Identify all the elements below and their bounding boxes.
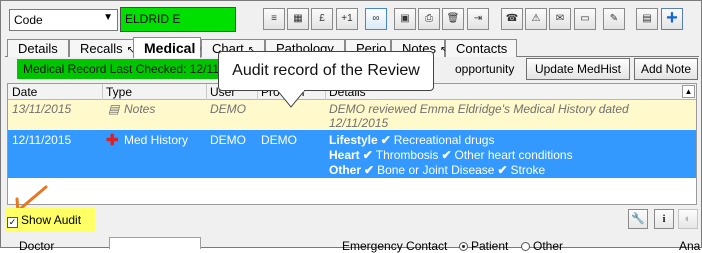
medical-history-grid: Date Type User Provider Details ▲ 13/11/…	[7, 83, 697, 205]
info-icon[interactable]: i	[654, 209, 674, 229]
phone-icon[interactable]: ☎	[501, 8, 523, 30]
update-medhist-button[interactable]: Update MedHist	[526, 58, 630, 80]
radio-icon	[521, 242, 530, 251]
wrench-icon[interactable]: 🔧	[628, 209, 648, 229]
show-audit-checkbox[interactable]: ✓ Show Audit	[5, 208, 95, 232]
col-divider	[102, 84, 103, 100]
check-icon: ✔	[497, 163, 508, 177]
check-icon: ✔	[441, 148, 452, 162]
detail-label: Heart	[329, 148, 360, 162]
detail-label: Other	[329, 163, 362, 177]
plus-one-icon[interactable]: +1	[336, 8, 358, 30]
top-toolbar: Code ▼ ELDRID E ≡ ▦ £ +1 ∞ ▣ ⎙ 🗑 ⇥ ☎ ⚠ ✉ ▭ ✎ ▤ +	[5, 7, 699, 35]
emergency-contact-label: Emergency Contact	[342, 239, 448, 253]
detail-line-lifestyle: Lifestyle ✔ Recreational drugs	[329, 133, 495, 147]
col-divider	[206, 84, 207, 100]
tab-contacts[interactable]: Contacts	[445, 39, 517, 57]
radio-selected-icon	[459, 242, 468, 251]
col-date[interactable]: Date	[12, 85, 37, 99]
doctor-label: Doctor	[19, 239, 55, 253]
patient-name-field[interactable]: ELDRID E	[120, 7, 236, 32]
check-icon: ✔	[362, 148, 373, 162]
footer-trailing-label: Ana	[679, 239, 701, 253]
selected-medhist-row[interactable]: 12/11/2015 ✚ Med History DEMO DEMO Lifes…	[8, 130, 696, 178]
detail-line-other: Other ✔ Bone or Joint Disease ✔ Stroke	[329, 163, 546, 177]
message-icon[interactable]: ✉	[549, 8, 571, 30]
status-tail-text: opportunity	[455, 62, 515, 76]
medhist-row-type: Med History	[124, 133, 189, 147]
disabled-tool-icon[interactable]: ◐	[678, 209, 698, 229]
radio-other[interactable]: Other	[517, 239, 563, 253]
red-cross-icon: ✚	[106, 132, 119, 149]
audit-callout: Audit record of the Review	[218, 51, 434, 91]
scroll-up-icon[interactable]: ▲	[682, 85, 695, 98]
detail-line-heart: Heart ✔ Thrombosis ✔ Other heart conditions	[329, 148, 573, 162]
audit-row-user: DEMO	[210, 102, 246, 116]
checkbox-icon: ✓	[7, 217, 18, 228]
add-note-button[interactable]: Add Note	[634, 58, 698, 80]
audit-row-date: 13/11/2015	[12, 102, 72, 116]
code-select-value: Code	[14, 13, 43, 27]
dropdown-arrow-icon: ▼	[103, 12, 113, 23]
note-icon[interactable]: ✎	[603, 8, 625, 30]
check-icon: ✔	[380, 133, 391, 147]
medical-record-window: Code ▼ ELDRID E ≡ ▦ £ +1 ∞ ▣ ⎙ 🗑 ⇥ ☎ ⚠ ✉ ▭ ✎ ▤ + Detail…	[0, 0, 702, 253]
check-icon: ✔	[364, 163, 375, 177]
audit-row-details-date: 12/11/2015	[329, 116, 389, 130]
show-audit-label: Show Audit	[21, 213, 82, 227]
tab-medical[interactable]: Medical↖	[133, 37, 208, 58]
list-icon[interactable]: ≡	[263, 8, 285, 30]
calendar-icon[interactable]: ▤	[636, 8, 658, 30]
audit-row[interactable]: 13/11/2015 ▤ Notes DEMO DEMO reviewed Em…	[8, 100, 696, 130]
col-type[interactable]: Type	[106, 85, 132, 99]
medhist-row-date: 12/11/2015	[12, 133, 72, 147]
link-icon[interactable]: ∞	[365, 8, 387, 30]
tab-recalls[interactable]: Recalls ↖	[69, 39, 137, 57]
print-icon[interactable]: ⎙	[418, 8, 440, 30]
calculator-icon[interactable]: ▦	[287, 8, 309, 30]
callout-pointer	[277, 90, 305, 108]
radio-patient[interactable]: Patient	[455, 239, 508, 253]
tab-details[interactable]: Details	[7, 39, 69, 57]
save-icon[interactable]: ▣	[394, 8, 416, 30]
alert-icon[interactable]: ⚠	[525, 8, 547, 30]
medhist-row-provider: DEMO	[261, 133, 297, 147]
delete-icon[interactable]: 🗑	[442, 8, 464, 30]
audit-row-details: DEMO reviewed Emma Eldridge's Medical Hi…	[329, 102, 629, 116]
note-icon: ▤	[108, 102, 120, 116]
card-icon[interactable]: ▭	[574, 8, 596, 30]
pound-icon[interactable]: £	[311, 8, 333, 30]
code-select[interactable]: Code ▼	[9, 9, 118, 31]
add-icon[interactable]: +	[661, 8, 683, 30]
medhist-row-user: DEMO	[210, 133, 246, 147]
doctor-field[interactable]	[109, 237, 201, 249]
merge-icon[interactable]: ⇥	[467, 8, 489, 30]
detail-label: Lifestyle	[329, 133, 378, 147]
audit-row-type: Notes	[124, 102, 156, 116]
